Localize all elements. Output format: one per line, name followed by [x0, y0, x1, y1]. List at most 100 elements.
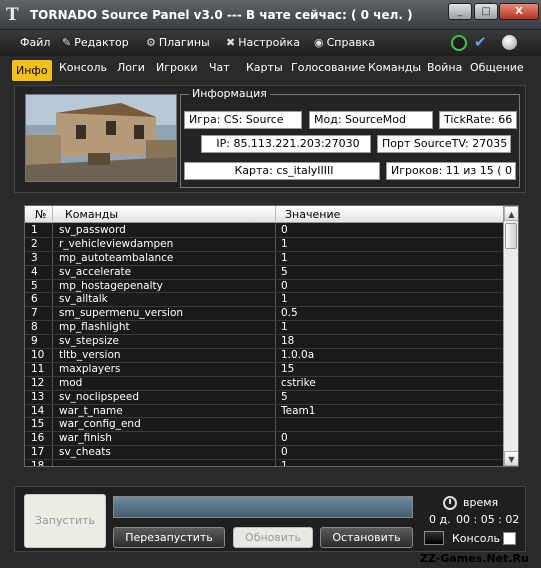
row-command: war_finish	[59, 432, 112, 445]
row-num: 13	[31, 390, 45, 403]
row-value: 0	[281, 432, 288, 445]
row-value: 15	[281, 362, 295, 375]
menu-settings[interactable]: ✖ Настройка	[226, 36, 300, 49]
refresh-button[interactable]: Обновить	[233, 527, 313, 548]
row-command: sm_supermenu_version	[59, 307, 184, 320]
ip-field: IP: 85.113.221.203:27030	[201, 135, 371, 153]
table-row[interactable]: 10 tltb_version 1.0.0a	[25, 349, 504, 363]
row-value: 0	[281, 446, 288, 459]
menu-file[interactable]: Файл	[20, 36, 50, 49]
menu-plugins-label: Плагины	[158, 36, 210, 49]
row-value: 18	[281, 335, 295, 348]
tab-commands[interactable]: Команды	[368, 61, 421, 74]
help-icon: ◉	[314, 36, 324, 49]
table-row[interactable]: 16 war_finish 0	[25, 432, 504, 447]
table-row[interactable]: 15 war_config_end	[25, 418, 504, 433]
row-command: mp_flashlight	[59, 321, 130, 334]
tab-voting[interactable]: Голосование	[291, 61, 365, 74]
table-row[interactable]: 17 sv_cheats 0	[25, 446, 504, 461]
check-icon[interactable]: ✔	[474, 33, 487, 51]
window-title: TORNADO Source Panel v3.0 --- В чате сей…	[30, 8, 413, 22]
table-row[interactable]: 12 mod cstrike	[25, 377, 504, 391]
row-num: 7	[31, 307, 38, 320]
maximize-button[interactable]: □	[474, 3, 498, 20]
globe-icon[interactable]	[502, 35, 517, 50]
table-row[interactable]: 14 war_t_name Team1	[25, 405, 504, 419]
row-num: 15	[31, 418, 45, 431]
tab-war[interactable]: Война	[427, 61, 462, 74]
restart-button[interactable]: Перезапустить	[113, 527, 225, 548]
table-row[interactable]: 4 sv_accelerate 5	[25, 266, 504, 280]
header-command[interactable]: Команды	[65, 208, 118, 221]
table-row[interactable]: 5 mp_hostagepenalty 0	[25, 280, 504, 294]
status-indicator-icon[interactable]	[451, 35, 467, 51]
grid-scrollbar[interactable]: ▲ ▼	[503, 206, 518, 466]
players-field: Игроков: 11 из 15 ( 0 ) I	[386, 162, 516, 180]
scroll-down-icon[interactable]: ▼	[504, 451, 518, 466]
row-command: mp_autoteambalance	[59, 251, 174, 264]
table-row[interactable]: 3 mp_autoteambalance 1	[25, 252, 504, 266]
row-value: 1	[281, 321, 288, 334]
tab-logs[interactable]: Логи	[117, 61, 145, 74]
row-num: 17	[31, 446, 45, 459]
row-num: 6	[31, 293, 38, 306]
row-command: tltb_version	[59, 349, 121, 362]
minimize-button[interactable]: _	[448, 3, 472, 20]
map-preview-svg	[26, 95, 176, 181]
header-value[interactable]: Значение	[285, 208, 340, 221]
table-row[interactable]: 2 r_vehicleviewdampen 1	[25, 238, 504, 252]
row-command: sv_alltalk	[59, 293, 108, 306]
table-row[interactable]: 7 sm_supermenu_version 0.5	[25, 307, 504, 322]
scroll-thumb[interactable]	[505, 223, 517, 249]
table-row[interactable]: 1 sv_password 0	[25, 224, 504, 238]
row-num: 2	[31, 237, 38, 250]
tab-communication[interactable]: Общение	[470, 61, 524, 74]
menu-file-label: Файл	[20, 36, 51, 49]
table-row[interactable]: 11 maxplayers 15	[25, 363, 504, 377]
tab-players[interactable]: Игроки	[156, 61, 198, 74]
menu-settings-label: Настройка	[238, 36, 300, 49]
stop-button[interactable]: Остановить	[320, 527, 413, 548]
table-row[interactable]: 9 sv_stepsize 18	[25, 335, 504, 350]
tab-chat[interactable]: Чат	[209, 61, 230, 74]
row-value: 1	[281, 460, 288, 467]
menu-editor[interactable]: ✎ Редактор	[62, 36, 129, 49]
menu-help[interactable]: ◉ Справка	[314, 36, 375, 49]
row-num: 3	[31, 251, 38, 264]
info-groupbox: Информация Игра: CS: Source Мод: SourceM…	[180, 87, 520, 188]
table-row[interactable]: 13 sv_noclipspeed 5	[25, 391, 504, 405]
uptime-time: 00 : 05 : 02	[456, 513, 520, 526]
row-command: sv_accelerate	[59, 265, 132, 278]
console-checkbox[interactable]	[503, 532, 516, 545]
tornado-app-icon: T	[6, 5, 19, 25]
row-num: 5	[31, 279, 38, 292]
console-label: Консоль	[452, 532, 501, 545]
row-command: mod	[59, 376, 83, 389]
map-preview-image	[25, 94, 177, 182]
row-num: 1	[31, 224, 38, 236]
header-num[interactable]: №	[35, 208, 46, 221]
start-button[interactable]: Запустить	[24, 494, 106, 548]
menu-plugins[interactable]: ⚙ Плагины	[146, 36, 210, 49]
clock-icon	[443, 496, 457, 510]
close-button[interactable]: X	[499, 3, 539, 20]
plugin-icon: ⚙	[146, 36, 156, 49]
row-value: cstrike	[281, 376, 316, 389]
row-num: 12	[31, 376, 45, 389]
row-value: 1.0.0a	[281, 349, 315, 362]
row-value: 1	[281, 251, 288, 264]
table-row[interactable]: 18 1	[25, 460, 504, 467]
row-value: 1	[281, 293, 288, 306]
table-row[interactable]: 6 sv_alltalk 1	[25, 293, 504, 308]
tab-console[interactable]: Консоль	[59, 61, 107, 74]
table-row[interactable]: 8 mp_flashlight 1	[25, 321, 504, 336]
row-command: war_config_end	[59, 418, 141, 431]
uptime-days: 0 д.	[429, 513, 451, 526]
tab-maps[interactable]: Карты	[246, 61, 283, 74]
tab-info[interactable]: Инфо	[12, 60, 52, 81]
row-value: 5	[281, 390, 288, 403]
row-command: sv_noclipspeed	[59, 390, 140, 403]
commands-grid[interactable]: № Команды Значение 1 sv_password 0 2 r_vehic…	[24, 205, 519, 467]
scroll-up-icon[interactable]: ▲	[504, 206, 518, 221]
row-num: 9	[31, 335, 38, 348]
